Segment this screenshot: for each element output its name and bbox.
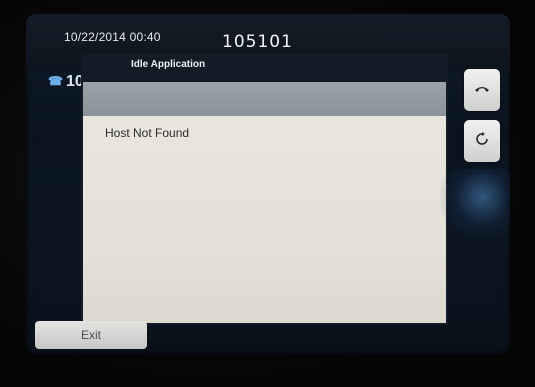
dialog-body: Host Not Found xyxy=(83,116,446,323)
hang-up-icon xyxy=(474,82,490,98)
dialog-title: Idle Application xyxy=(131,59,206,70)
exit-button[interactable]: Exit xyxy=(35,321,147,349)
dialog-header-bar xyxy=(83,82,446,116)
exit-label: Exit xyxy=(80,328,101,342)
photo-background: 10/22/2014 00:40 105101 ☎ 10 Idle Applica… xyxy=(0,0,535,387)
dialog-message: Host Not Found xyxy=(105,126,190,140)
idle-application-dialog: Idle Application Host Not Found xyxy=(81,54,448,325)
extension-number: 105101 xyxy=(222,32,293,52)
refresh-button[interactable] xyxy=(464,120,500,162)
phone-screen: 10/22/2014 00:40 105101 ☎ 10 Idle Applica… xyxy=(26,14,510,354)
date-time: 10/22/2014 00:40 xyxy=(64,30,161,44)
refresh-icon xyxy=(475,132,489,150)
line-key[interactable]: ☎ 10 xyxy=(48,73,84,91)
phone-line-icon: ☎ xyxy=(48,74,63,88)
hang-up-button[interactable] xyxy=(464,69,500,111)
